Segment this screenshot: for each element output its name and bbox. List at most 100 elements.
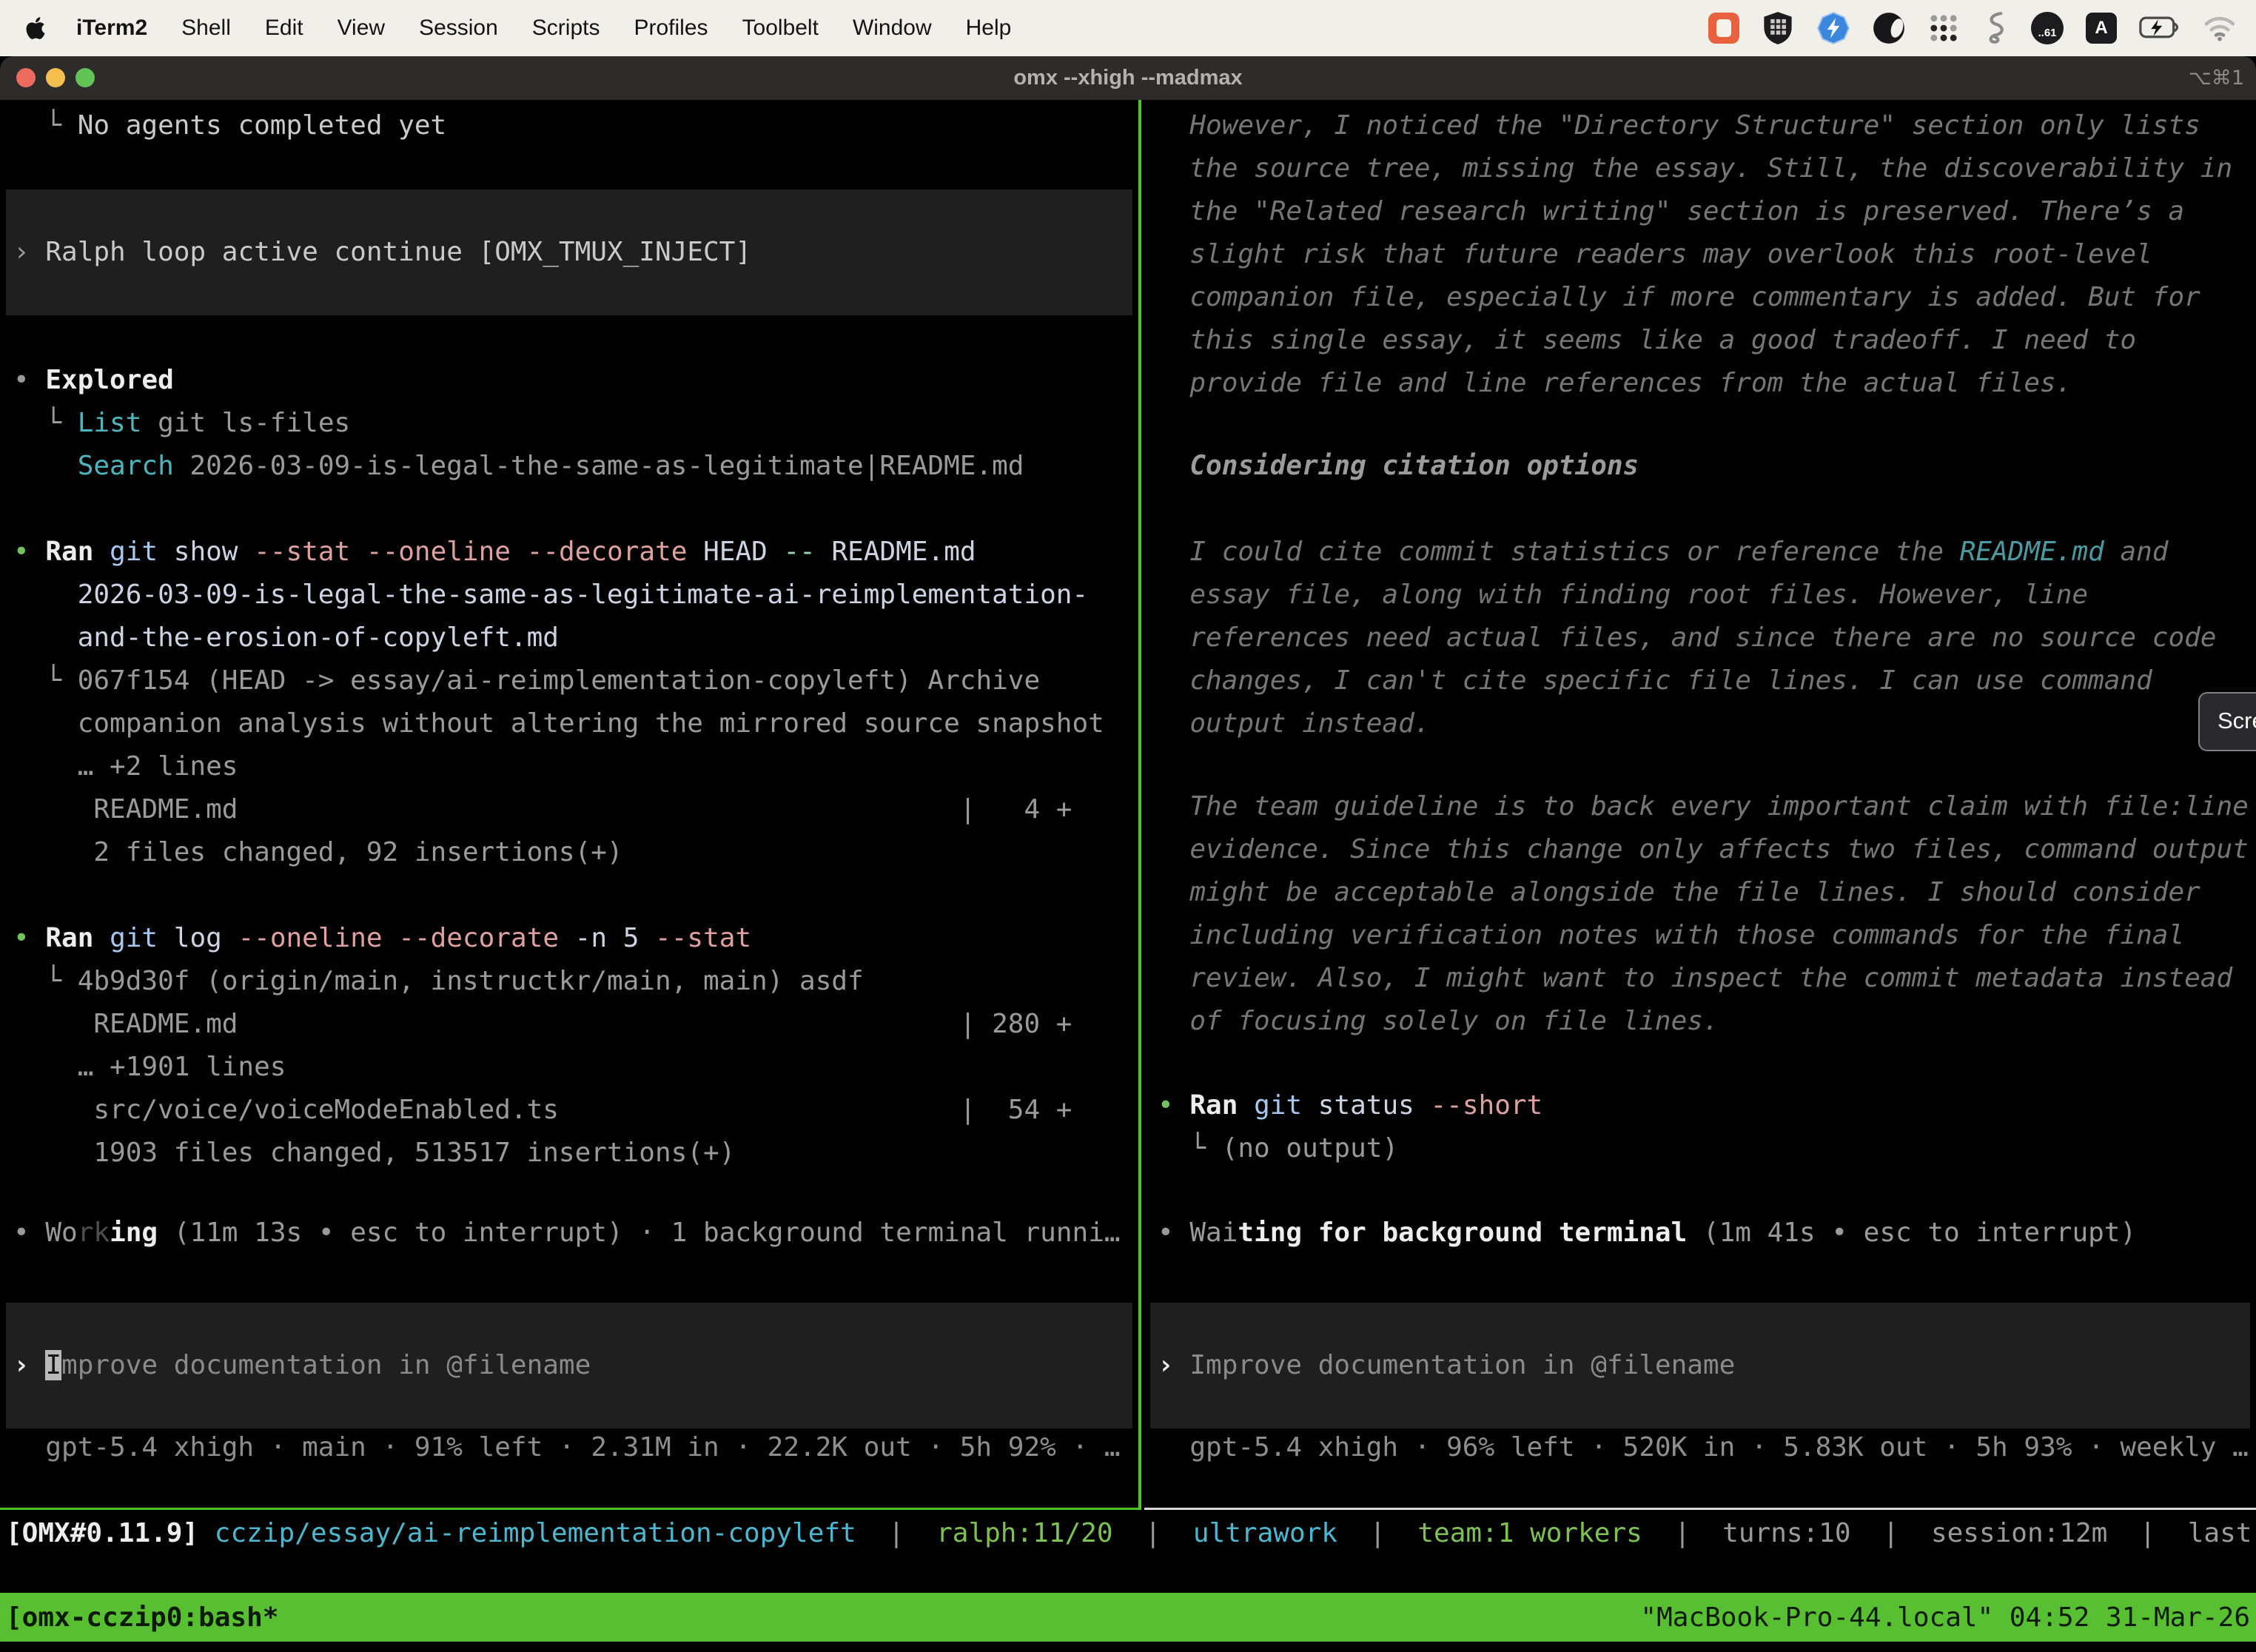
terminal-area[interactable]: └ No agents completed yet › Ralph loop a… <box>0 100 2256 1652</box>
terminal-line: • Ran git status --short <box>1158 1084 2256 1127</box>
terminal-line: slight risk that future readers may over… <box>1158 233 2256 276</box>
terminal-line: Considering citation options <box>1158 445 2256 488</box>
squiggle-icon[interactable] <box>1982 11 2009 45</box>
terminal-line: … +2 lines <box>13 745 1138 788</box>
screen-tooltip[interactable]: Scre <box>2198 692 2256 751</box>
terminal-line <box>13 874 1138 917</box>
tmux-session-label[interactable]: [omx-cczip0:bash* <box>6 1602 278 1633</box>
apple-menu-icon[interactable] <box>25 15 47 41</box>
left-prompt-input[interactable]: › Improve documentation in @filename <box>6 1303 1132 1428</box>
terminal-line: evidence. Since this change only affects… <box>1158 828 2256 871</box>
title-bar[interactable]: omx --xhigh --madmax ⌥⌘1 <box>0 56 2256 100</box>
waiting-status-line: • Waiting for background terminal (1m 41… <box>1144 1212 2256 1255</box>
agents-status-line: └ No agents completed yet <box>0 104 1138 147</box>
menu-item-profiles[interactable]: Profiles <box>617 16 725 41</box>
tmux-host-clock: "MacBook-Pro-44.local" 04:52 31-Mar-26 <box>1640 1602 2250 1633</box>
left-pane-bottom-border <box>0 1508 1138 1510</box>
working-status-line: • Working (11m 13s • esc to interrupt) ·… <box>0 1212 1138 1255</box>
menu-items: iTerm2ShellEditViewSessionScriptsProfile… <box>59 16 1028 41</box>
terminal-line: › Improve documentation in @filename <box>1158 1344 1735 1387</box>
terminal-line: companion analysis without altering the … <box>13 702 1138 745</box>
battery-charging-icon[interactable] <box>2139 16 2181 40</box>
terminal-line: 1903 files changed, 513517 insertions(+) <box>13 1132 1138 1175</box>
terminal-line: 2 files changed, 92 insertions(+) <box>13 831 1138 874</box>
terminal-line: companion file, especially if more comme… <box>1158 276 2256 319</box>
shield-grid-icon[interactable] <box>1762 11 1794 45</box>
terminal-line: README.md | 4 + <box>13 788 1138 831</box>
terminal-line: └ 067f154 (HEAD -> essay/ai-reimplementa… <box>13 659 1138 702</box>
terminal-line: src/voice/voiceModeEnabled.ts | 54 + <box>13 1089 1138 1132</box>
terminal-line: including verification notes with those … <box>1158 914 2256 957</box>
terminal-line: • Explored <box>13 359 1138 402</box>
window-shortcut-badge: ⌥⌘1 <box>2189 56 2244 100</box>
terminal-line: └ List git ls-files <box>13 402 1138 445</box>
terminal-line: might be acceptable alongside the file l… <box>1158 871 2256 914</box>
left-prompt-text: › Improve documentation in @filename <box>13 1344 591 1387</box>
right-pane[interactable]: However, I noticed the "Directory Struct… <box>1144 100 2256 1510</box>
menu-item-window[interactable]: Window <box>836 16 949 41</box>
terminal-line <box>13 488 1138 531</box>
terminal-line: of focusing solely on file lines. <box>1158 1000 2256 1043</box>
git-status-command: • Ran git status --short └ (no output) <box>1144 1084 2256 1170</box>
pie-icon[interactable] <box>1873 12 1905 44</box>
hexagon-bolt-icon[interactable] <box>1816 11 1850 45</box>
terminal-line: … +1901 lines <box>13 1046 1138 1089</box>
right-prompt-text: › Improve documentation in @filename <box>1158 1344 1735 1387</box>
menu-item-iterm2[interactable]: iTerm2 <box>59 16 164 41</box>
terminal-line: └ No agents completed yet <box>13 104 1138 147</box>
menu-item-toolbelt[interactable]: Toolbelt <box>725 16 836 41</box>
menu-item-edit[interactable]: Edit <box>248 16 320 41</box>
terminal-line: and-the-erosion-of-copyleft.md <box>13 617 1138 659</box>
terminal-line: The team guideline is to back every impo… <box>1158 785 2256 828</box>
terminal-line: this single essay, it seems like a good … <box>1158 319 2256 362</box>
wifi-icon[interactable] <box>2203 15 2237 41</box>
right-model-status-line: gpt-5.4 xhigh · 96% left · 520K in · 5.8… <box>1144 1426 2256 1469</box>
tmux-status-bar[interactable]: [omx-cczip0:bash* "MacBook-Pro-44.local"… <box>0 1593 2256 1642</box>
terminal-line: output instead. <box>1158 702 2256 745</box>
menu-item-scripts[interactable]: Scripts <box>515 16 617 41</box>
chat-icon[interactable] <box>1708 13 1739 44</box>
input-source-icon[interactable]: A <box>2086 13 2117 44</box>
omx-status-bar: [OMX#0.11.9] cczip/essay/ai-reimplementa… <box>6 1512 2256 1555</box>
reasoning-paragraph-1: However, I noticed the "Directory Struct… <box>1144 104 2256 405</box>
terminal-line: the "Related research writing" section i… <box>1158 190 2256 233</box>
menu-item-session[interactable]: Session <box>402 16 515 41</box>
ralph-loop-box[interactable]: › Ralph loop active continue [OMX_TMUX_I… <box>6 189 1132 315</box>
terminal-line: However, I noticed the "Directory Struct… <box>1158 104 2256 147</box>
terminal-line: • Waiting for background terminal (1m 41… <box>1158 1212 2256 1255</box>
left-pane[interactable]: └ No agents completed yet › Ralph loop a… <box>0 100 1138 1510</box>
pane-divider[interactable] <box>1138 100 1141 1510</box>
ralph-loop-text: › Ralph loop active continue [OMX_TMUX_I… <box>13 231 751 274</box>
menu-status-icons: ..61 A <box>1708 11 2237 45</box>
terminal-line: • Ran git show --stat --oneline --decora… <box>13 531 1138 574</box>
menu-bar: iTerm2ShellEditViewSessionScriptsProfile… <box>0 0 2256 56</box>
dots-grid-icon[interactable] <box>1927 12 1960 44</box>
terminal-line: 2026-03-09-is-legal-the-same-as-legitima… <box>13 574 1138 617</box>
terminal-line: essay file, along with finding root file… <box>1158 574 2256 617</box>
terminal-line: README.md | 280 + <box>13 1003 1138 1046</box>
terminal-line: • Ran git log --oneline --decorate -n 5 … <box>13 917 1138 960</box>
terminal-line: › Ralph loop active continue [OMX_TMUX_I… <box>13 231 751 274</box>
terminal-line: references need actual files, and since … <box>1158 617 2256 659</box>
terminal-line: Search 2026-03-09-is-legal-the-same-as-l… <box>13 445 1138 488</box>
badge-61-icon[interactable]: ..61 <box>2031 12 2064 44</box>
menu-item-help[interactable]: Help <box>949 16 1029 41</box>
terminal-line: gpt-5.4 xhigh · main · 91% left · 2.31M … <box>13 1426 1138 1469</box>
terminal-line: › Improve documentation in @filename <box>13 1344 591 1387</box>
terminal-line: gpt-5.4 xhigh · 96% left · 520K in · 5.8… <box>1158 1426 2256 1469</box>
left-transcript: • Explored └ List git ls-files Search 20… <box>0 359 1138 1175</box>
terminal-line: review. Also, I might want to inspect th… <box>1158 957 2256 1000</box>
left-model-status-line: gpt-5.4 xhigh · main · 91% left · 2.31M … <box>0 1426 1138 1469</box>
menu-item-shell[interactable]: Shell <box>164 16 248 41</box>
right-prompt-input[interactable]: › Improve documentation in @filename <box>1150 1303 2250 1428</box>
window-title: omx --xhigh --madmax <box>0 56 2256 100</box>
terminal-line: provide file and line references from th… <box>1158 362 2256 405</box>
reasoning-header: Considering citation options <box>1144 445 2256 488</box>
iterm-window: omx --xhigh --madmax ⌥⌘1 └ No agents com… <box>0 56 2256 1652</box>
reasoning-paragraph-2: I could cite commit statistics or refere… <box>1144 531 2256 745</box>
terminal-line: I could cite commit statistics or refere… <box>1158 531 2256 574</box>
terminal-line: └ (no output) <box>1158 1127 2256 1170</box>
reasoning-paragraph-3: The team guideline is to back every impo… <box>1144 785 2256 1043</box>
menu-item-view[interactable]: View <box>320 16 402 41</box>
terminal-line: [OMX#0.11.9] cczip/essay/ai-reimplementa… <box>6 1512 2256 1555</box>
